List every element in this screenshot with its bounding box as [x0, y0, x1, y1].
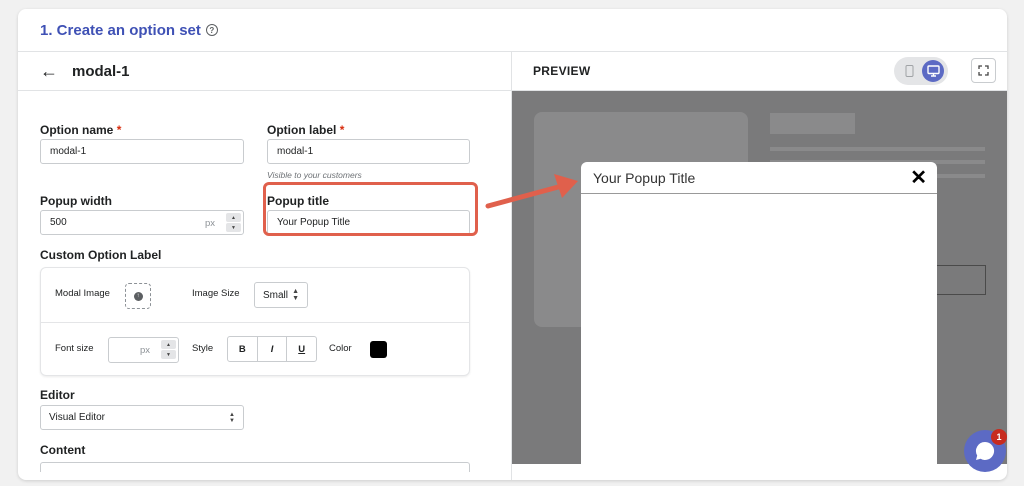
- italic-button[interactable]: I: [258, 337, 288, 361]
- popup-width-input[interactable]: 500 px ▲ ▼: [40, 210, 244, 235]
- option-label-label: Option label *: [267, 123, 345, 137]
- popup-width-value: 500: [50, 217, 67, 228]
- image-size-select[interactable]: Small ▲ ▼: [254, 282, 308, 308]
- upload-icon: ↑: [133, 291, 143, 301]
- placeholder-line: [770, 147, 985, 151]
- option-set-name: modal-1: [72, 62, 130, 80]
- option-set-card: 1. Create an option set ? ← modal-1 Opti…: [18, 9, 1007, 480]
- content-label: Content: [40, 443, 86, 457]
- custom-option-label-heading: Custom Option Label: [40, 248, 162, 262]
- back-arrow-icon[interactable]: ←: [40, 62, 58, 80]
- stepper-down-icon[interactable]: ▼: [226, 223, 241, 232]
- fullscreen-icon[interactable]: [971, 58, 996, 83]
- editor-header: ← modal-1: [18, 52, 511, 91]
- question-circle-icon[interactable]: ?: [205, 24, 218, 36]
- placeholder-title: [770, 113, 855, 134]
- chat-notification-badge: 1: [991, 429, 1007, 445]
- font-size-stepper[interactable]: ▲ ▼: [161, 340, 176, 359]
- preview-canvas: Your Popup Title ✕: [512, 91, 1007, 464]
- color-label: Color: [329, 343, 352, 354]
- color-swatch[interactable]: [370, 341, 387, 358]
- editor-select[interactable]: Visual Editor ▲ ▼: [40, 405, 244, 430]
- content-editor[interactable]: [40, 462, 470, 472]
- editor-pane: ← modal-1 Option name * modal-1 Option l…: [18, 52, 512, 480]
- image-size-label: Image Size: [192, 288, 240, 299]
- popup-width-stepper[interactable]: ▲ ▼: [226, 213, 241, 232]
- select-chevron-icon: ▲ ▼: [292, 288, 299, 302]
- mobile-device-icon[interactable]: [898, 60, 920, 82]
- divider: [41, 322, 469, 323]
- chat-bubble-icon: [975, 441, 995, 460]
- font-size-input[interactable]: px ▲ ▼: [108, 337, 179, 363]
- editor-label: Editor: [40, 388, 75, 402]
- style-button-group: B I U: [227, 336, 317, 362]
- popup-width-unit: px: [204, 218, 215, 229]
- preview-pane: PREVIEW Your Popup Title ✕: [512, 52, 1007, 480]
- preview-label: PREVIEW: [533, 64, 591, 78]
- select-chevron-icon: ▲ ▼: [229, 411, 235, 424]
- style-label: Style: [192, 343, 214, 354]
- popup-width-label: Popup width: [40, 194, 112, 208]
- preview-header: PREVIEW: [512, 52, 1007, 91]
- image-size-value: Small: [263, 289, 289, 301]
- modal-image-label: Modal Image: [55, 288, 110, 299]
- font-size-label: Font size: [55, 343, 94, 354]
- page-title: 1. Create an option set: [40, 21, 201, 39]
- card-header: 1. Create an option set ?: [18, 9, 1007, 52]
- stepper-down-icon[interactable]: ▼: [161, 350, 176, 359]
- custom-option-label-card: Modal Image ↑ Image Size Small ▲ ▼ Font s…: [40, 267, 470, 376]
- modal-title: Your Popup Title: [593, 169, 696, 186]
- close-icon[interactable]: ✕: [910, 168, 927, 188]
- modal-header: Your Popup Title ✕: [581, 162, 937, 194]
- annotation-arrow-icon: [485, 174, 578, 209]
- popup-title-highlight: [263, 182, 478, 236]
- modal-image-upload[interactable]: ↑: [125, 283, 151, 309]
- option-label-hint: Visible to your customers: [267, 170, 362, 180]
- preview-modal: Your Popup Title ✕: [581, 162, 937, 464]
- option-name-input[interactable]: modal-1: [40, 139, 244, 164]
- option-label-input[interactable]: modal-1: [267, 139, 470, 164]
- stepper-up-icon[interactable]: ▲: [226, 213, 241, 222]
- stepper-up-icon[interactable]: ▲: [161, 340, 176, 349]
- option-name-label: Option name *: [40, 123, 122, 137]
- bold-button[interactable]: B: [228, 337, 258, 361]
- font-size-unit: px: [139, 345, 150, 356]
- device-toggle: [894, 57, 948, 85]
- desktop-device-icon[interactable]: [922, 60, 944, 82]
- underline-button[interactable]: U: [287, 337, 316, 361]
- editor-select-value: Visual Editor: [49, 412, 105, 423]
